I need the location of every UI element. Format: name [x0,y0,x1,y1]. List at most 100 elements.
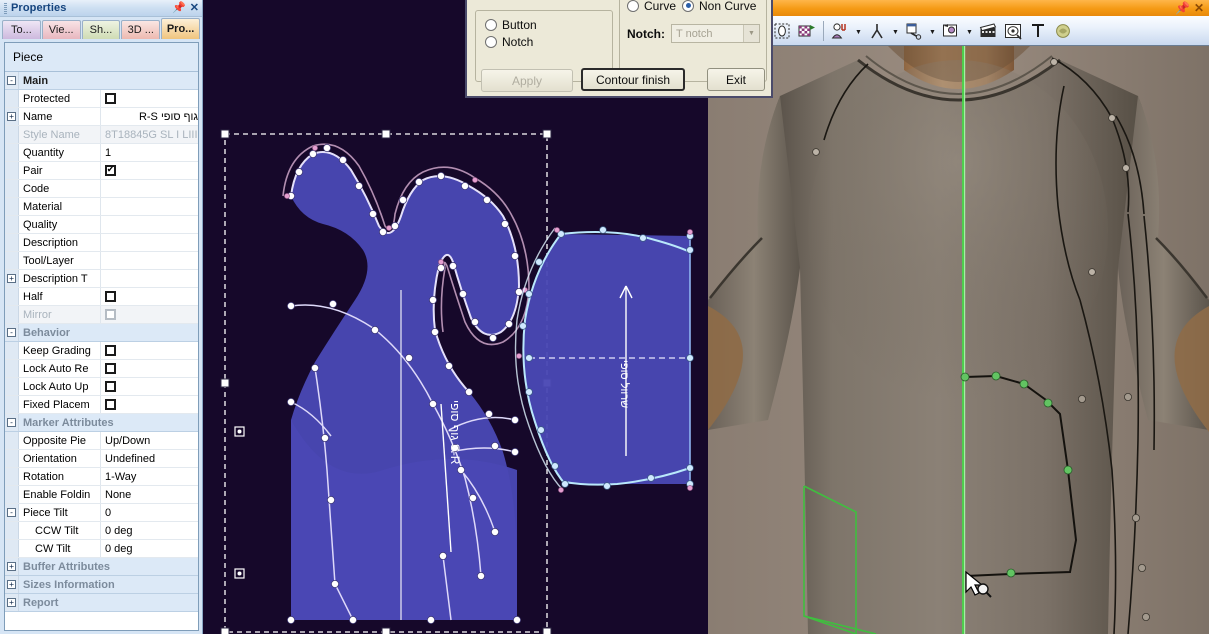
property-row[interactable]: + Buffer Attributes [5,558,198,576]
collapse-icon[interactable]: - [7,508,16,517]
option-non-curve[interactable]: Non Curve [682,0,756,14]
property-row[interactable]: Keep Grading [5,342,198,360]
property-value[interactable]: 1-Way [101,468,198,485]
pin-icon[interactable]: 📌 [172,2,186,14]
tab-shape[interactable]: Sh... [81,20,121,39]
property-value[interactable]: 0 deg [101,540,198,557]
property-value[interactable]: ✔ [101,162,198,179]
option-notch[interactable]: Notch [485,33,612,50]
property-value[interactable]: None [101,486,198,503]
property-value[interactable]: 0 deg [101,522,198,539]
property-value[interactable] [101,252,198,269]
property-value[interactable]: 8T18845G SL I LIII [101,126,198,143]
contour-finish-button[interactable]: Contour finish [581,68,685,91]
property-row[interactable]: Mirror [5,306,198,324]
property-row[interactable]: - Main [5,72,198,90]
tab-properties[interactable]: Pro... [161,18,200,39]
avatar-tools-icon[interactable] [828,19,852,43]
property-row[interactable]: Orientation Undefined [5,450,198,468]
property-row[interactable]: Opposite Pie Up/Down [5,432,198,450]
collapse-icon[interactable]: - [7,328,16,337]
property-value[interactable] [101,360,198,377]
chevron-down-icon[interactable]: ▼ [964,19,975,43]
checkbox[interactable] [105,363,116,374]
property-value[interactable] [101,270,198,287]
checkbox[interactable] [105,291,116,302]
expand-icon[interactable]: + [7,112,16,121]
option-curve[interactable]: Curve [627,0,676,14]
texture-apply-icon[interactable] [795,19,819,43]
property-value[interactable] [101,378,198,395]
property-row[interactable]: Enable Foldin None [5,486,198,504]
property-row[interactable]: + Report [5,594,198,612]
3d-viewport[interactable]: 📌 ✕ ▼ ▼ ▼ ▼ [708,0,1209,634]
property-row[interactable]: Lock Auto Up [5,378,198,396]
property-row[interactable]: - Piece Tilt 0 [5,504,198,522]
3d-toolbar[interactable]: ▼ ▼ ▼ ▼ [708,16,1209,46]
property-row[interactable]: Style Name 8T18845G SL I LIII [5,126,198,144]
chevron-down-icon[interactable]: ▼ [890,19,901,43]
property-row[interactable]: Protected [5,90,198,108]
tab-tools[interactable]: To... [2,20,41,39]
property-value[interactable] [101,216,198,233]
property-row[interactable]: Quantity 1 [5,144,198,162]
animation-icon[interactable] [976,19,1000,43]
tab-view[interactable]: Vie... [41,20,81,39]
option-button[interactable]: Button [485,16,612,33]
element-type-options[interactable]: Button Notch [476,11,612,50]
property-value[interactable] [101,198,198,215]
radio-icon[interactable] [682,0,695,12]
property-row[interactable]: - Marker Attributes [5,414,198,432]
render-preview-icon[interactable] [1001,19,1025,43]
chevron-down-icon[interactable]: ▼ [927,19,938,43]
property-row[interactable]: - Behavior [5,324,198,342]
pin-icon[interactable]: 📌 [1175,2,1190,14]
chevron-down-icon[interactable]: ▼ [743,25,759,42]
collapse-icon[interactable]: - [7,418,16,427]
close-icon[interactable]: ✕ [190,2,199,14]
property-row[interactable]: Fixed Placem [5,396,198,414]
apply-button[interactable]: Apply [481,69,573,92]
text-tool-icon[interactable] [1026,19,1050,43]
property-row[interactable]: Tool/Layer [5,252,198,270]
expand-icon[interactable]: + [7,562,16,571]
notch-type-select[interactable]: T notch ▼ [671,24,760,43]
property-row[interactable]: CW Tilt 0 deg [5,540,198,558]
property-row[interactable]: Material [5,198,198,216]
property-value[interactable]: 0 [101,504,198,521]
checkbox[interactable] [105,381,116,392]
radio-icon[interactable] [485,18,497,31]
property-row[interactable]: CCW Tilt 0 deg [5,522,198,540]
property-value[interactable] [101,234,198,251]
radio-icon[interactable] [485,35,497,48]
property-value[interactable] [101,90,198,107]
radio-icon[interactable] [627,0,639,12]
property-row[interactable]: + Sizes Information [5,576,198,594]
pose-icon[interactable] [865,19,889,43]
properties-scroll-area[interactable]: - Main Protected + Name גוף סופי S-R Style Nam… [5,72,198,630]
property-row[interactable]: Rotation 1-Way [5,468,198,486]
checkbox[interactable]: ✔ [105,165,116,176]
collapse-icon[interactable]: - [7,76,16,85]
fabric-properties-icon[interactable] [902,19,926,43]
contour-dialog[interactable]: Button Notch Curve Non Curve Notch: T notc… [465,0,773,98]
property-row[interactable]: Quality [5,216,198,234]
property-row[interactable]: Code [5,180,198,198]
tab-3d[interactable]: 3D ... [121,20,161,39]
expand-icon[interactable]: + [7,274,16,283]
stamp-icon[interactable] [1051,19,1075,43]
property-value[interactable] [101,396,198,413]
expand-icon[interactable]: + [7,598,16,607]
chevron-down-icon[interactable]: ▼ [853,19,864,43]
property-value[interactable]: גוף סופי S-R [101,108,198,125]
close-icon[interactable]: ✕ [1194,2,1204,14]
checkbox[interactable] [105,93,116,104]
property-value[interactable]: Undefined [101,450,198,467]
properties-grid[interactable]: - Main Protected + Name גוף סופי S-R Style Nam… [5,72,198,612]
property-value[interactable] [101,306,198,323]
property-row[interactable]: + Name גוף סופי S-R [5,108,198,126]
property-value[interactable] [101,180,198,197]
property-value[interactable]: 1 [101,144,198,161]
properties-panel[interactable]: Properties 📌 ✕ To... Vie... Sh... 3D ... Pro… [0,0,203,634]
property-row[interactable]: Description [5,234,198,252]
